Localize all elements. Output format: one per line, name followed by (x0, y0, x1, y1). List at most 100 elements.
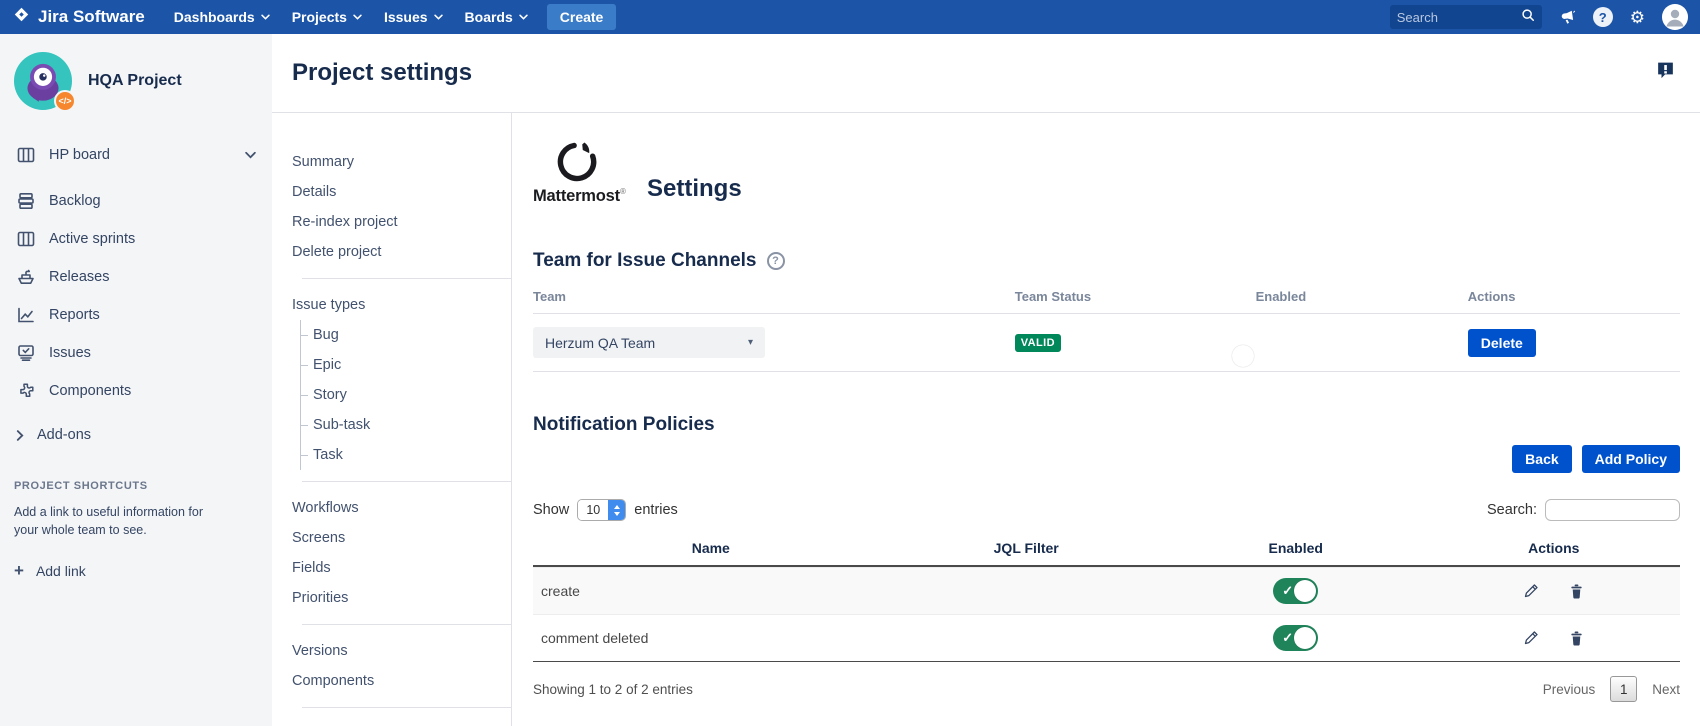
team-select-dropdown[interactable]: Herzum QA Team ▾ (533, 327, 765, 358)
edit-pencil-icon[interactable] (1522, 629, 1540, 647)
col-enabled: Enabled (1256, 289, 1468, 304)
settings-nav-screens[interactable]: Screens (292, 523, 511, 553)
table-info: Showing 1 to 2 of 2 entries (533, 682, 693, 697)
help-question-icon[interactable]: ? (767, 252, 785, 270)
settings-nav-issue-types-label[interactable]: Issue types (292, 290, 511, 320)
sidebar-item-releases[interactable]: Releases (0, 258, 272, 296)
page-size-select[interactable]: 10 (577, 499, 626, 521)
sidebar-item-reports[interactable]: Reports (0, 296, 272, 334)
mattermost-wordmark: Mattermost® (533, 187, 621, 206)
global-search[interactable] (1390, 5, 1542, 29)
delete-team-button[interactable]: Delete (1468, 329, 1536, 357)
col-policy-enabled: Enabled (1164, 534, 1428, 567)
toggle-knob (1294, 580, 1316, 602)
table-search-label: Search: (1487, 502, 1537, 518)
divider (302, 707, 511, 708)
project-shortcuts-description: Add a link to useful information for you… (14, 503, 224, 539)
project-sidebar: </> HQA Project HP board Backlog Active … (0, 34, 272, 726)
add-link-button[interactable]: + Add link (0, 561, 272, 581)
pagination-page-1[interactable]: 1 (1610, 676, 1637, 702)
policy-row: create ✓ (533, 567, 1680, 614)
policies-table: Name JQL Filter Enabled Actions create ✓ (533, 534, 1680, 662)
plugin-settings-title: Settings (647, 175, 742, 206)
trash-icon[interactable] (1568, 583, 1585, 600)
chevron-right-icon (16, 430, 24, 441)
settings-nav-workflows[interactable]: Workflows (292, 493, 511, 523)
settings-nav-fields[interactable]: Fields (292, 553, 511, 583)
nav-boards[interactable]: Boards (454, 0, 539, 34)
create-button[interactable]: Create (547, 4, 617, 30)
sidebar-item-backlog[interactable]: Backlog (0, 182, 272, 220)
policies-search-input[interactable] (1545, 499, 1680, 521)
board-icon (16, 145, 36, 165)
check-icon: ✓ (1282, 630, 1293, 646)
project-name: HQA Project (88, 72, 182, 90)
backlog-icon (16, 191, 36, 211)
col-team-status: Team Status (1015, 289, 1256, 304)
chevron-down-icon (245, 151, 256, 159)
sidebar-item-active-sprints[interactable]: Active sprints (0, 220, 272, 258)
registered-mark: ® (620, 187, 626, 196)
policy-row: comment deleted ✓ (533, 614, 1680, 661)
project-shortcuts-heading: PROJECT SHORTCUTS (14, 480, 258, 492)
add-policy-button[interactable]: Add Policy (1582, 445, 1680, 473)
divider (302, 278, 511, 279)
jira-brand[interactable]: Jira Software (12, 5, 145, 29)
nav-dashboards[interactable]: Dashboards (163, 0, 281, 34)
check-icon: ✓ (1282, 583, 1293, 599)
chart-icon (16, 305, 36, 325)
sidebar-item-components[interactable]: Components (0, 372, 272, 410)
settings-nav-delete-project[interactable]: Delete project (292, 237, 511, 267)
divider (302, 481, 511, 482)
pagination-next[interactable]: Next (1652, 682, 1680, 697)
sidebar-item-issues[interactable]: Issues (0, 334, 272, 372)
announcements-icon[interactable] (1558, 7, 1577, 26)
settings-nav-details[interactable]: Details (292, 177, 511, 207)
settings-nav-issue-type-epic[interactable]: Epic (301, 350, 511, 380)
sprints-board-icon (16, 229, 36, 249)
global-search-input[interactable] (1397, 10, 1521, 25)
settings-nav-issue-type-subtask[interactable]: Sub-task (301, 410, 511, 440)
sidebar-item-board[interactable]: HP board (0, 136, 272, 174)
settings-nav-components[interactable]: Components (292, 666, 511, 696)
settings-nav-summary[interactable]: Summary (292, 147, 511, 177)
settings-nav-versions[interactable]: Versions (292, 636, 511, 666)
chevron-down-icon (519, 14, 528, 20)
settings-nav-issue-type-bug[interactable]: Bug (301, 320, 511, 350)
help-icon[interactable]: ? (1593, 7, 1613, 27)
plugin-settings-panel: Mattermost® Settings Team for Issue Chan… (512, 113, 1700, 726)
team-channels-heading: Team for Issue Channels (533, 250, 757, 272)
caret-down-icon: ▾ (748, 337, 753, 348)
policy-enabled-toggle[interactable]: ✓ (1273, 625, 1318, 651)
trash-icon[interactable] (1568, 630, 1585, 647)
mattermost-logo: Mattermost® (533, 140, 621, 206)
col-team: Team (533, 289, 1015, 304)
show-label: Show (533, 502, 569, 518)
chevron-down-icon (353, 14, 362, 20)
nav-projects[interactable]: Projects (281, 0, 373, 34)
project-avatar[interactable]: </> (14, 52, 72, 110)
pagination-previous[interactable]: Previous (1543, 682, 1596, 697)
entries-label: entries (634, 502, 678, 518)
notification-policies-heading: Notification Policies (533, 414, 1680, 436)
settings-nav-reindex[interactable]: Re-index project (292, 207, 511, 237)
nav-issues[interactable]: Issues (373, 0, 454, 34)
ship-icon (16, 267, 36, 287)
policy-enabled-toggle[interactable]: ✓ (1273, 578, 1318, 604)
toggle-knob (1294, 627, 1316, 649)
settings-nav-users-roles[interactable]: Users and roles (292, 719, 511, 726)
settings-nav-priorities[interactable]: Priorities (292, 583, 511, 613)
settings-nav-issue-type-task[interactable]: Task (301, 440, 511, 470)
gear-icon[interactable]: ⚙ (1630, 9, 1645, 26)
brand-text: Jira Software (38, 7, 145, 27)
settings-nav-issue-type-story[interactable]: Story (301, 380, 511, 410)
sidebar-item-addons[interactable]: Add-ons (0, 416, 272, 454)
project-type-badge-code-icon: </> (54, 90, 76, 112)
divider (302, 624, 511, 625)
edit-pencil-icon[interactable] (1522, 582, 1540, 600)
back-button[interactable]: Back (1512, 445, 1571, 473)
col-policy-actions: Actions (1428, 534, 1680, 567)
feedback-bubble-icon[interactable] (1655, 60, 1676, 86)
col-actions: Actions (1468, 289, 1680, 304)
user-avatar[interactable] (1662, 4, 1688, 30)
